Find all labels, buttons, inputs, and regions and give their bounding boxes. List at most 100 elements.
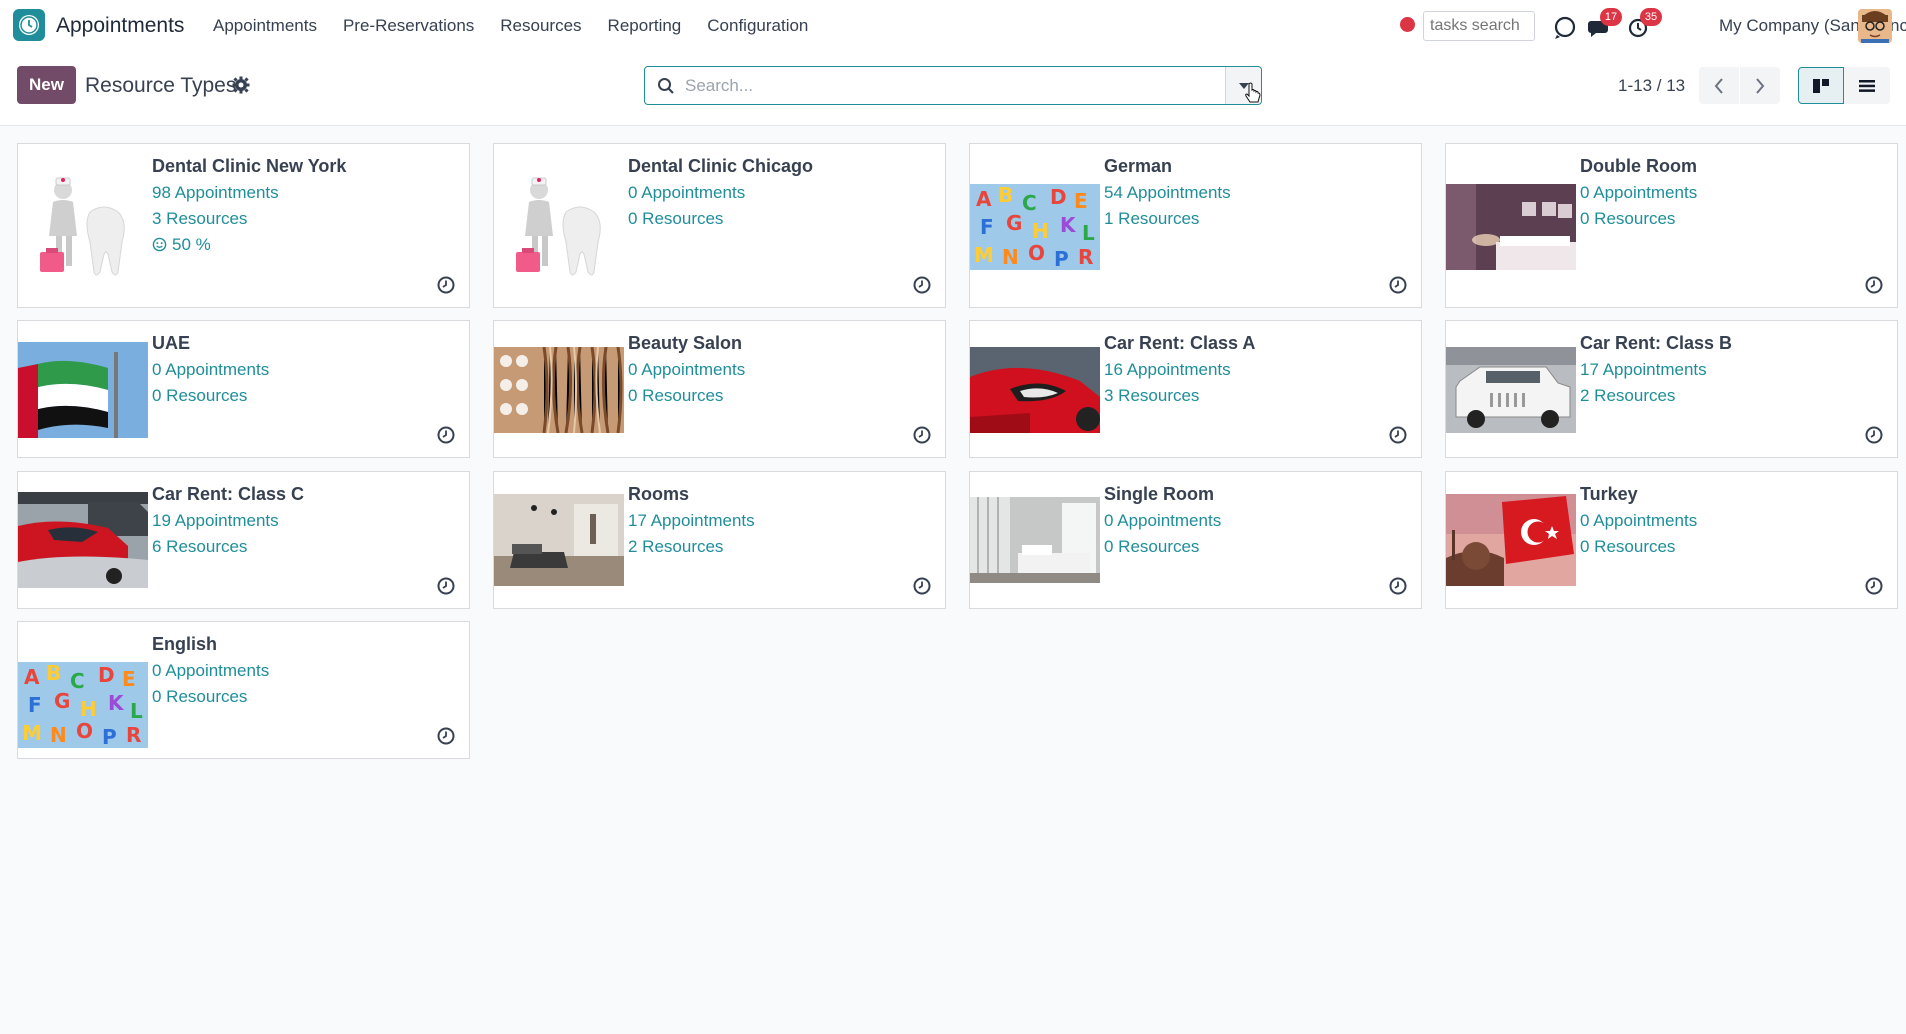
card-body: Double Room 0 Appointments 0 Resources	[1580, 156, 1697, 234]
appointments-link[interactable]: 0 Appointments	[152, 359, 269, 380]
activity-clock-icon[interactable]	[1388, 576, 1408, 596]
appointments-link[interactable]: 98 Appointments	[152, 182, 346, 203]
activity-clock-icon[interactable]	[912, 425, 932, 445]
top-navbar: Appointments Appointments Pre-Reservatio…	[0, 0, 1906, 54]
activity-clock-icon[interactable]	[1864, 576, 1884, 596]
menu-item-reporting[interactable]: Reporting	[608, 16, 682, 36]
resources-link[interactable]: 0 Resources	[152, 385, 269, 406]
card-image	[1446, 347, 1576, 433]
list-view-button[interactable]	[1844, 67, 1890, 104]
new-button[interactable]: New	[17, 66, 76, 104]
activity-clock-icon[interactable]	[1864, 275, 1884, 295]
activity-clock-icon[interactable]	[912, 275, 932, 295]
resources-link[interactable]: 0 Resources	[1104, 536, 1221, 557]
messages-badge: 17	[1600, 8, 1622, 26]
card-image	[1446, 494, 1576, 586]
resources-link[interactable]: 0 Resources	[628, 208, 813, 229]
tasks-search-input[interactable]	[1423, 11, 1535, 41]
activity-clock-icon[interactable]	[1388, 275, 1408, 295]
resources-link[interactable]: 6 Resources	[152, 536, 304, 557]
user-avatar[interactable]	[1858, 9, 1892, 43]
activity-clock-icon[interactable]	[436, 726, 456, 746]
pager-next-button[interactable]	[1740, 67, 1780, 104]
messages-icon[interactable]: 17	[1586, 8, 1622, 41]
activity-clock-icon[interactable]	[436, 576, 456, 596]
activity-clock-icon[interactable]	[1864, 425, 1884, 445]
card-body: Car Rent: Class A 16 Appointments 3 Resour…	[1104, 333, 1255, 411]
kanban-card[interactable]: Dental Clinic Chicago 0 Appointments 0 Res…	[493, 143, 946, 308]
card-image	[18, 492, 148, 588]
mouse-pointer-icon	[1245, 82, 1261, 103]
card-title: Rooms	[628, 484, 690, 504]
activity-clock-icon[interactable]	[436, 275, 456, 295]
kanban-view-button[interactable]	[1798, 67, 1844, 104]
resources-link[interactable]: 0 Resources	[1580, 208, 1697, 229]
kanban-card[interactable]: Beauty Salon 0 Appointments 0 Resources	[493, 320, 946, 458]
svg-text:B: B	[998, 184, 1013, 207]
card-body: Car Rent: Class C 19 Appointments 6 Resour…	[152, 484, 304, 562]
card-title: Turkey	[1580, 484, 1638, 504]
menu-item-appointments[interactable]: Appointments	[213, 16, 317, 36]
svg-text:B: B	[46, 662, 61, 685]
svg-text:E: E	[122, 667, 136, 691]
appointments-link[interactable]: 19 Appointments	[152, 510, 304, 531]
appointments-link[interactable]: 0 Appointments	[628, 359, 745, 380]
svg-text:L: L	[1082, 221, 1095, 245]
resources-link[interactable]: 0 Resources	[1580, 536, 1697, 557]
svg-text:R: R	[1078, 245, 1093, 269]
appointments-link[interactable]: 0 Appointments	[628, 182, 813, 203]
kanban-card[interactable]: UAE 0 Appointments 0 Resources	[17, 320, 470, 458]
appointments-app-icon[interactable]	[13, 9, 45, 41]
resources-link[interactable]: 2 Resources	[1580, 385, 1732, 406]
activity-clock-icon[interactable]	[912, 576, 932, 596]
activities-clock-icon[interactable]: 35	[1626, 8, 1662, 41]
menu-item-pre-reservations[interactable]: Pre-Reservations	[343, 16, 474, 36]
svg-text:D: D	[1050, 185, 1067, 209]
resources-link[interactable]: 1 Resources	[1104, 208, 1231, 229]
appointments-link[interactable]: 0 Appointments	[1104, 510, 1221, 531]
svg-text:H: H	[80, 697, 97, 721]
kanban-card[interactable]: AB CD E F GH KL MN OP R German 54 Appointm…	[969, 143, 1422, 308]
menu-item-configuration[interactable]: Configuration	[707, 16, 808, 36]
appointments-link[interactable]: 17 Appointments	[628, 510, 755, 531]
chevron-left-icon	[1714, 77, 1723, 94]
resources-link[interactable]: 0 Resources	[152, 686, 269, 707]
kanban-card[interactable]: AB CD E F GH KL MN OP R English 0 Appointm…	[17, 621, 470, 759]
card-body: Rooms 17 Appointments 2 Resources	[628, 484, 755, 562]
svg-text:O: O	[1028, 241, 1045, 265]
appointments-link[interactable]: 0 Appointments	[1580, 510, 1697, 531]
recording-dot-icon[interactable]	[1400, 17, 1415, 32]
pager-value[interactable]: 1-13 / 13	[1618, 76, 1685, 96]
appointments-link[interactable]: 17 Appointments	[1580, 359, 1732, 380]
svg-text:C: C	[1022, 191, 1037, 215]
activity-clock-icon[interactable]	[436, 425, 456, 445]
appointments-link[interactable]: 0 Appointments	[1580, 182, 1697, 203]
card-title: Dental Clinic New York	[152, 156, 347, 176]
kanban-card[interactable]: Car Rent: Class B 17 Appointments 2 Resour…	[1445, 320, 1898, 458]
satisfaction-rate[interactable]: 50 %	[152, 234, 346, 255]
kanban-card[interactable]: Double Room 0 Appointments 0 Resources	[1445, 143, 1898, 308]
appointments-link[interactable]: 16 Appointments	[1104, 359, 1255, 380]
kanban-card[interactable]: Car Rent: Class C 19 Appointments 6 Resour…	[17, 471, 470, 609]
appointments-link[interactable]: 0 Appointments	[152, 660, 269, 681]
app-name[interactable]: Appointments	[56, 14, 184, 38]
kanban-card[interactable]: Rooms 17 Appointments 2 Resources	[493, 471, 946, 609]
smiley-icon	[152, 237, 167, 252]
pager-previous-button[interactable]	[1699, 67, 1739, 104]
kanban-card[interactable]: Dental Clinic New York 98 Appointments 3 R…	[17, 143, 470, 308]
menu-item-resources[interactable]: Resources	[500, 16, 581, 36]
kanban-card[interactable]: Single Room 0 Appointments 0 Resources	[969, 471, 1422, 609]
voip-phone-icon[interactable]	[1551, 13, 1579, 41]
kanban-card[interactable]: Car Rent: Class A 16 Appointments 3 Resour…	[969, 320, 1422, 458]
resources-link[interactable]: 0 Resources	[628, 385, 745, 406]
resources-link[interactable]: 3 Resources	[1104, 385, 1255, 406]
svg-text:E: E	[1074, 189, 1088, 213]
activity-clock-icon[interactable]	[1388, 425, 1408, 445]
card-body: Single Room 0 Appointments 0 Resources	[1104, 484, 1221, 562]
appointments-link[interactable]: 54 Appointments	[1104, 182, 1231, 203]
resources-link[interactable]: 3 Resources	[152, 208, 346, 229]
resources-link[interactable]: 2 Resources	[628, 536, 755, 557]
kanban-card[interactable]: Turkey 0 Appointments 0 Resources	[1445, 471, 1898, 609]
search-input[interactable]	[685, 69, 1215, 102]
gear-icon[interactable]	[232, 76, 250, 94]
